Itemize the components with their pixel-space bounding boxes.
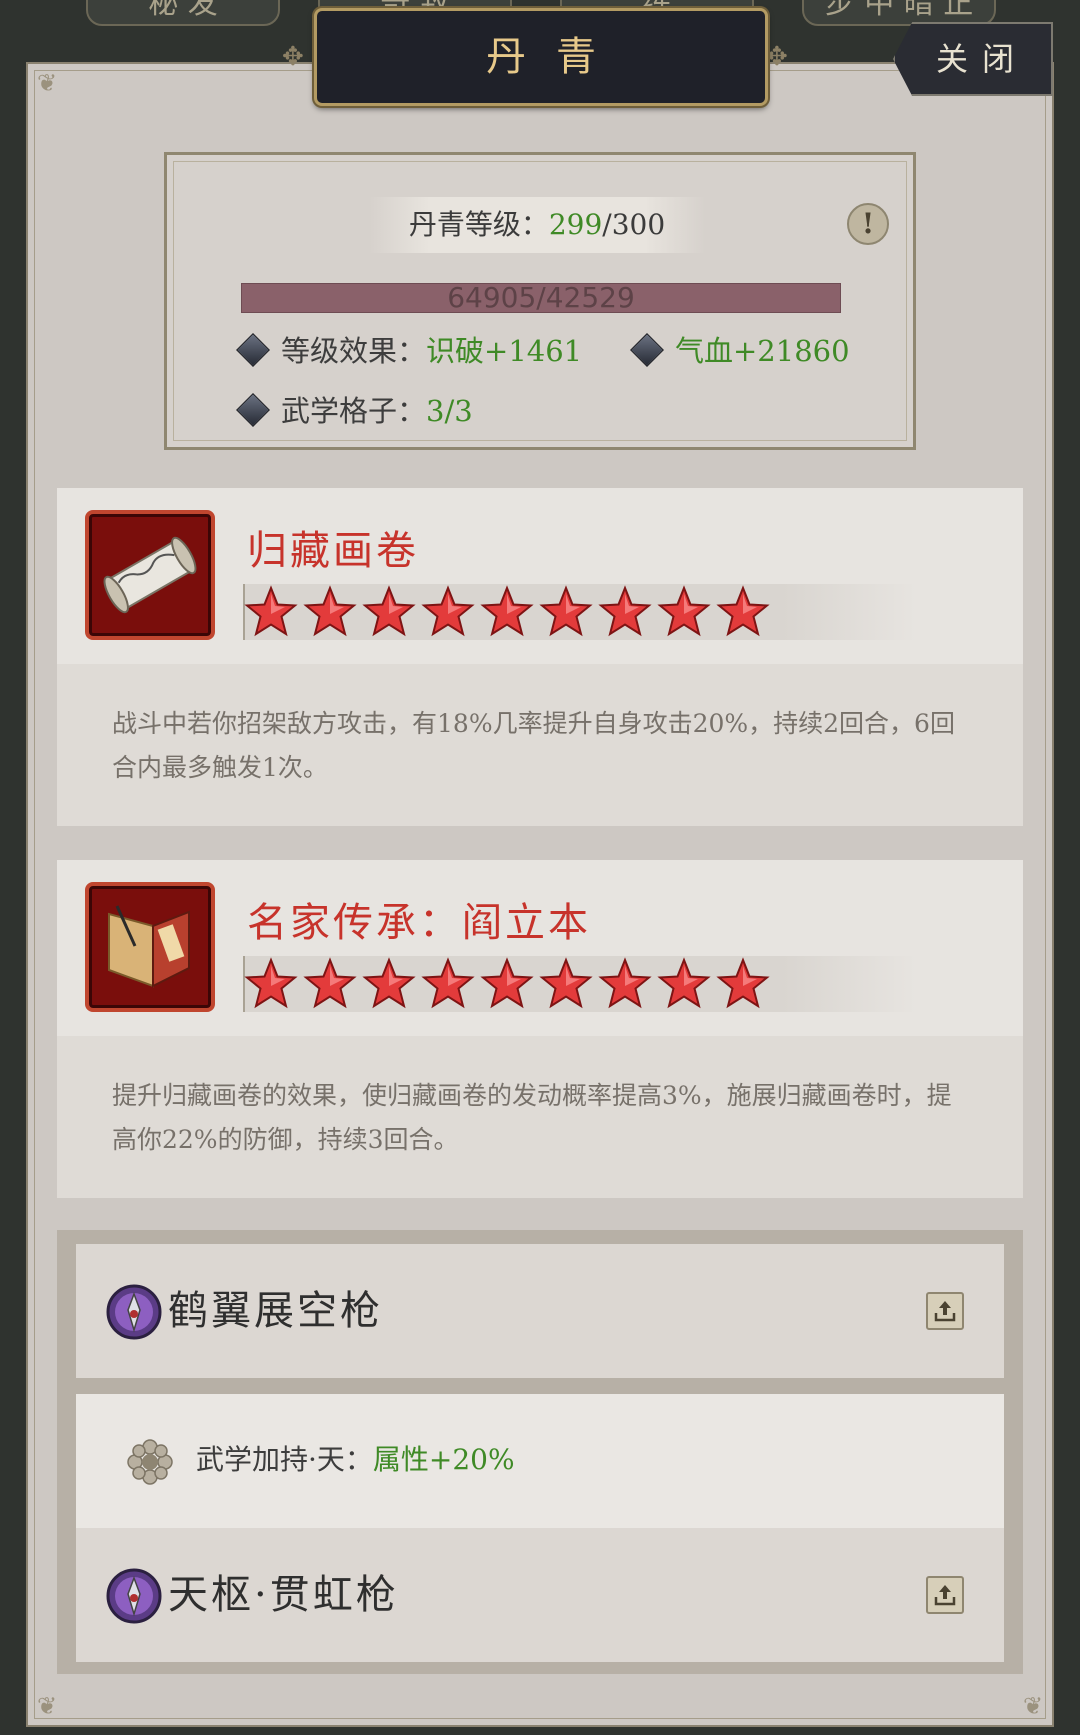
star-rating bbox=[243, 584, 917, 640]
book-icon[interactable] bbox=[85, 882, 215, 1012]
red-star-icon bbox=[657, 957, 711, 1009]
red-star-icon bbox=[303, 957, 357, 1009]
skill-name: 归藏画卷 bbox=[247, 528, 419, 574]
unequip-upload-button[interactable] bbox=[926, 1292, 964, 1330]
wuxue-list: 鹤翼展空枪 武学加持·天：属性+20% 天枢·贯虹枪 bbox=[57, 1230, 1023, 1674]
slot-label: 武学格子： bbox=[281, 394, 427, 428]
red-star-icon bbox=[362, 957, 416, 1009]
top-tab-1-label: 秘 发 bbox=[148, 0, 218, 21]
slot-value: 3/3 bbox=[426, 394, 473, 428]
red-star-icon bbox=[480, 957, 534, 1009]
skill-card-body: 提升归藏画卷的效果，使归藏画卷的发动概率提高3%，施展归藏画卷时，提高你22%的… bbox=[57, 1036, 1023, 1198]
red-star-icon bbox=[480, 585, 534, 637]
corner-ornament-icon: ❦ bbox=[36, 1692, 58, 1720]
red-star-icon bbox=[303, 585, 357, 637]
level-effect-stat-2: 气血+21860 bbox=[627, 331, 850, 371]
skill-card-header: 名家传承：阎立本 bbox=[57, 860, 1023, 1036]
diamond-bullet-icon bbox=[236, 333, 270, 367]
corner-ornament-icon: ❦ bbox=[36, 69, 58, 97]
diamond-bullet-icon bbox=[236, 393, 270, 427]
red-star-icon bbox=[421, 957, 475, 1009]
wuxue-item[interactable]: 天枢·贯虹枪 bbox=[76, 1528, 1004, 1662]
bonus-value: 属性+20% bbox=[372, 1443, 515, 1476]
wuxue-bonus-text: 武学加持·天：属性+20% bbox=[196, 1438, 515, 1478]
spear-skill-icon bbox=[106, 1568, 162, 1624]
wuxue-name: 鹤翼展空枪 bbox=[168, 1288, 383, 1334]
upload-icon bbox=[934, 1301, 956, 1322]
title-ornament-left-icon: ✥ bbox=[282, 42, 304, 72]
red-star-icon bbox=[598, 585, 652, 637]
wuxue-item[interactable]: 鹤翼展空枪 bbox=[76, 1244, 1004, 1378]
red-star-icon bbox=[716, 585, 770, 637]
skill-name: 名家传承：阎立本 bbox=[247, 900, 591, 946]
level-effect-stat: 等级效果：识破+1461 bbox=[233, 331, 582, 371]
effect2-value: 气血+21860 bbox=[675, 334, 850, 368]
level-value: 299 bbox=[548, 208, 603, 241]
bonus-label: 武学加持·天： bbox=[196, 1443, 373, 1476]
skill-description: 战斗中若你招架敌方攻击，有18%几率提升自身攻击20%，持续2回合，6回合内最多… bbox=[112, 709, 955, 782]
scroll-icon[interactable] bbox=[85, 510, 215, 640]
level-display: 丹青等级：299/300 bbox=[369, 197, 705, 253]
red-star-icon bbox=[244, 585, 298, 637]
unequip-upload-button[interactable] bbox=[926, 1576, 964, 1614]
red-star-icon bbox=[421, 585, 475, 637]
corner-ornament-icon: ❦ bbox=[1022, 1692, 1044, 1720]
level-info-box: 丹青等级：299/300 ! 64905/42529 等级效果：识破+1461 … bbox=[164, 152, 916, 450]
level-label: 丹青等级： bbox=[408, 208, 549, 241]
diamond-bullet-icon bbox=[630, 333, 664, 367]
flower-emblem-icon bbox=[127, 1439, 173, 1485]
title-plate: 丹青 bbox=[314, 8, 768, 106]
red-star-icon bbox=[716, 957, 770, 1009]
skill-description: 提升归藏画卷的效果，使归藏画卷的发动概率提高3%，施展归藏画卷时，提高你22%的… bbox=[112, 1081, 952, 1154]
red-star-icon bbox=[598, 957, 652, 1009]
xp-text: 64905/42529 bbox=[447, 281, 635, 314]
effect-label: 等级效果： bbox=[281, 334, 427, 368]
close-button[interactable]: 关闭 bbox=[893, 22, 1053, 96]
effect-value: 识破+1461 bbox=[426, 334, 583, 368]
skill-card-header: 归藏画卷 bbox=[57, 488, 1023, 664]
close-button-label: 关闭 bbox=[935, 40, 1028, 78]
xp-progress-bar: 64905/42529 bbox=[241, 283, 841, 313]
top-tab-4-label: 步 中 暗 正 bbox=[824, 0, 974, 21]
wuxue-slot-stat: 武学格子：3/3 bbox=[233, 391, 473, 431]
skill-card: 归藏画卷 战斗中若你招架敌方攻击，有18%几率提升自身攻击20%，持续2回合，6… bbox=[57, 488, 1023, 826]
title-ornament-right-icon: ✥ bbox=[766, 42, 788, 72]
red-star-icon bbox=[657, 585, 711, 637]
skill-card-body: 战斗中若你招架敌方攻击，有18%几率提升自身攻击20%，持续2回合，6回合内最多… bbox=[57, 664, 1023, 826]
upload-icon bbox=[934, 1585, 956, 1606]
page-title: 丹青 bbox=[486, 34, 626, 80]
star-rating bbox=[243, 956, 917, 1012]
info-exclamation-icon[interactable]: ! bbox=[847, 203, 889, 245]
spear-skill-icon bbox=[106, 1284, 162, 1340]
top-tab-1[interactable]: 秘 发 bbox=[86, 0, 280, 26]
skill-card: 名家传承：阎立本 提升归藏画卷的效果，使归藏画卷的发动概率提高3%，施展归藏画卷… bbox=[57, 860, 1023, 1198]
level-max: /300 bbox=[602, 208, 666, 241]
red-star-icon bbox=[362, 585, 416, 637]
wuxue-bonus-row: 武学加持·天：属性+20% bbox=[76, 1394, 1004, 1528]
red-star-icon bbox=[539, 585, 593, 637]
red-star-icon bbox=[539, 957, 593, 1009]
red-star-icon bbox=[244, 957, 298, 1009]
wuxue-name: 天枢·贯虹枪 bbox=[168, 1572, 399, 1618]
